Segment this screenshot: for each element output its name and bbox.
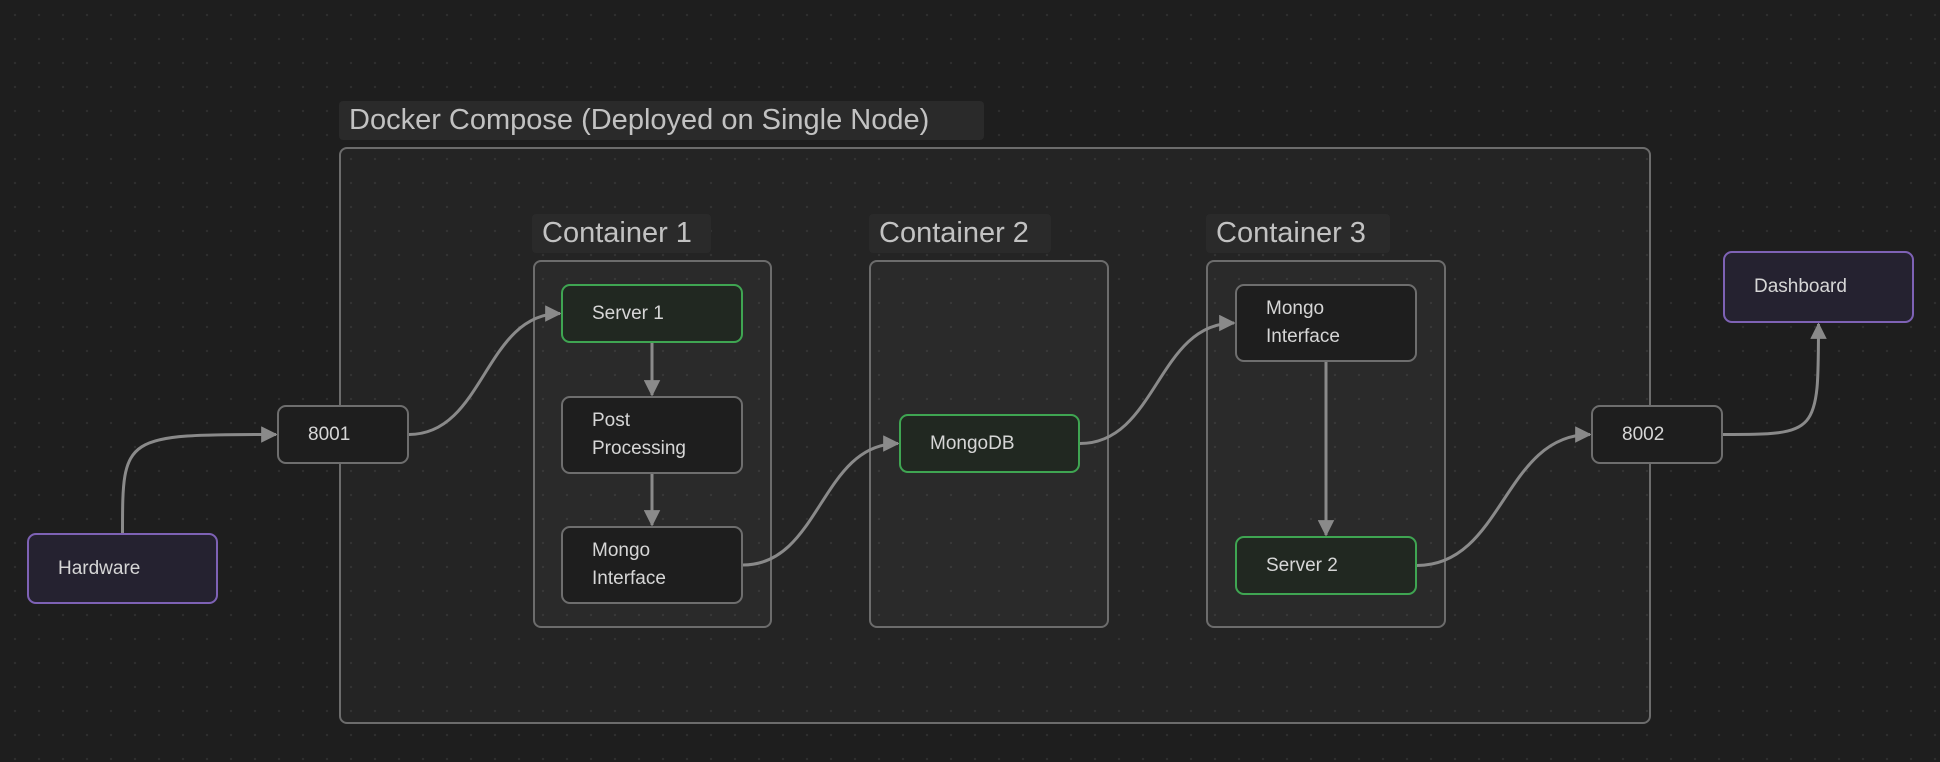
mongodb-label: MongoDB xyxy=(930,432,1015,454)
mongo-interface-1-label: Mongo Interface xyxy=(592,540,666,589)
server-1-node[interactable]: Server 1 xyxy=(561,284,743,343)
mongodb-node[interactable]: MongoDB xyxy=(899,414,1080,473)
dashboard-node[interactable]: Dashboard xyxy=(1723,251,1914,323)
edge-port_8002-to-dashboard[interactable] xyxy=(1722,322,1827,436)
post-processing-label: Post Processing xyxy=(592,410,686,459)
hardware-label: Hardware xyxy=(58,557,141,579)
port-8002-node[interactable]: 8002 xyxy=(1591,405,1723,464)
port-8001-label: 8001 xyxy=(308,423,351,445)
dashboard-label: Dashboard xyxy=(1754,276,1847,297)
mongo-interface-1-node[interactable]: Mongo Interface xyxy=(561,526,743,604)
server-2-node[interactable]: Server 2 xyxy=(1235,536,1417,595)
post-processing-node[interactable]: Post Processing xyxy=(561,396,743,474)
container-3-label: Container 3 xyxy=(1206,214,1390,253)
docker-compose-label: Docker Compose (Deployed on Single Node) xyxy=(339,101,984,140)
container-2-label: Container 2 xyxy=(869,214,1051,253)
hardware-node[interactable]: Hardware xyxy=(27,533,218,604)
edge-hardware-to-port_8001[interactable] xyxy=(121,426,278,534)
port-8002-label: 8002 xyxy=(1622,423,1665,445)
port-8001-node[interactable]: 8001 xyxy=(277,405,409,464)
mongo-interface-2-label: Mongo Interface xyxy=(1266,298,1340,347)
server-1-label: Server 1 xyxy=(592,302,664,324)
container-1-label: Container 1 xyxy=(532,214,711,253)
mongo-interface-2-node[interactable]: Mongo Interface xyxy=(1235,284,1417,362)
server-2-label: Server 2 xyxy=(1266,554,1338,576)
